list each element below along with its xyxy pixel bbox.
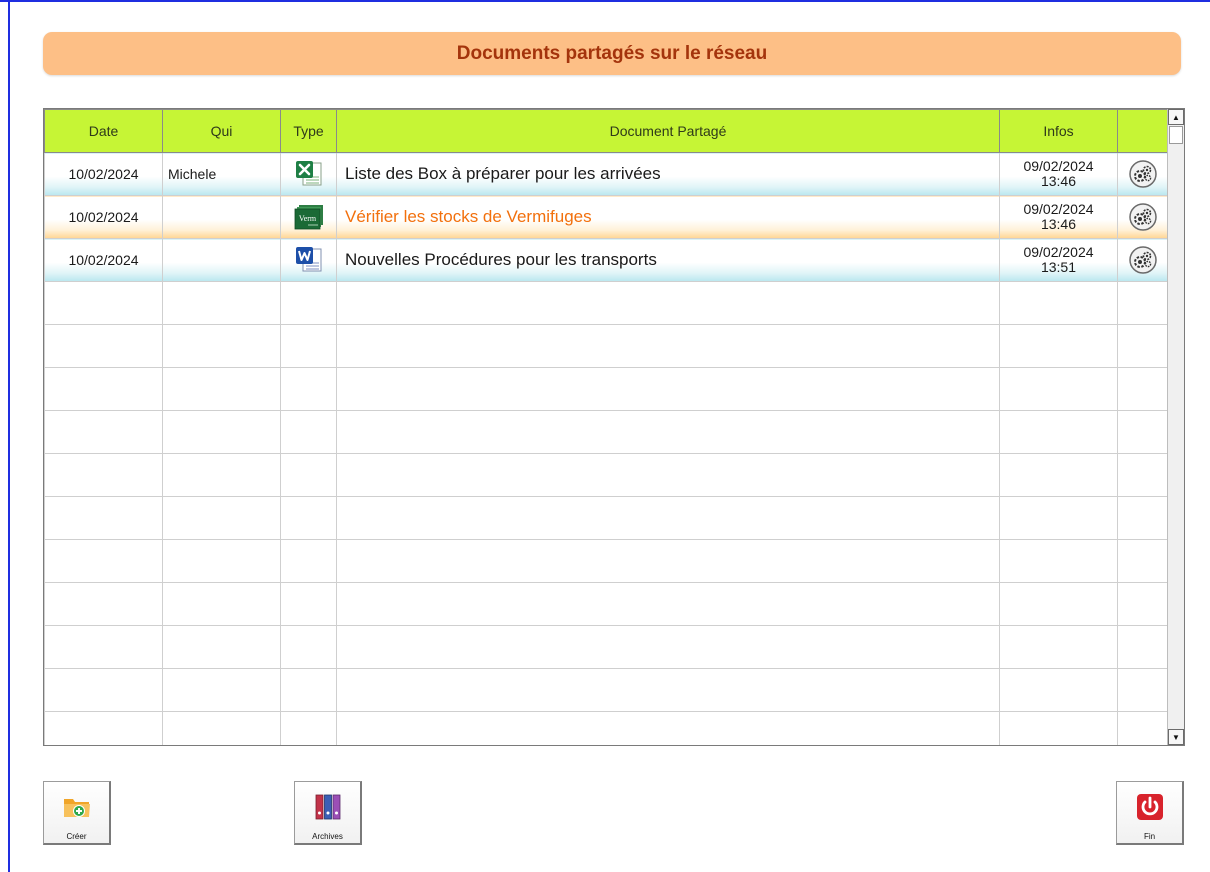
empty-row [44,453,1169,497]
documents-grid: Date Qui Type Document Partagé Infos 10/… [43,108,1185,746]
new-folder-icon [63,799,90,817]
cell-document[interactable]: Vérifier les stocks de Vermifuges [336,195,1000,239]
cell-actions [1117,152,1169,196]
cell-date[interactable]: 10/02/2024 [44,152,163,196]
excel-file-icon [295,161,321,186]
column-header-actions [1117,109,1169,153]
word-file-icon [295,247,321,272]
cell-infos: 09/02/2024 13:46 [999,152,1118,196]
page-title: Documents partagés sur le réseau [43,32,1181,75]
page-title-text: Documents partagés sur le réseau [456,42,768,64]
gears-settings-icon[interactable] [1128,245,1158,275]
vertical-scrollbar[interactable]: ▲ ▼ [1167,109,1184,745]
info-time: 13:46 [1040,173,1077,189]
empty-row [44,711,1169,745]
verm-file-icon: Verm [294,205,323,230]
cell-date[interactable]: 10/02/2024 [44,238,163,282]
create-button-label: Créer [66,832,87,841]
create-button[interactable]: Créer [43,781,111,845]
power-off-icon [1136,794,1163,820]
info-date: 09/02/2024 [1023,201,1094,217]
column-header-date[interactable]: Date [44,109,163,153]
verm-icon-label: Verm [298,214,316,223]
window-frame-left [8,0,10,872]
cell-actions [1117,195,1169,239]
cell-document[interactable]: Liste des Box à préparer pour les arrivé… [336,152,1000,196]
empty-row [44,582,1169,626]
info-date: 09/02/2024 [1023,244,1094,260]
fin-button-label: Fin [1143,832,1156,841]
column-header-infos[interactable]: Infos [999,109,1118,153]
column-header-type[interactable]: Type [280,109,337,153]
table-row[interactable]: 10/02/2024 Michele Liste des Box à prépa… [44,152,1169,196]
archives-button-label: Archives [312,832,343,841]
empty-row [44,539,1169,583]
scroll-up-button[interactable]: ▲ [1168,109,1184,125]
empty-row [44,496,1169,540]
gears-settings-icon[interactable] [1128,202,1158,232]
cell-infos: 09/02/2024 13:46 [999,195,1118,239]
table-row[interactable]: 10/02/2024 Nouvelles Procédures pour les… [44,238,1169,282]
scroll-down-button[interactable]: ▼ [1168,729,1184,745]
gears-settings-icon[interactable] [1128,159,1158,189]
cell-type[interactable]: Verm [280,195,337,239]
empty-row [44,410,1169,454]
cell-qui[interactable]: Michele [162,152,281,196]
cell-type[interactable] [280,152,337,196]
archive-binders-icon [315,794,340,820]
table-header-row: Date Qui Type Document Partagé Infos [44,109,1169,153]
cell-actions [1117,238,1169,282]
cell-infos: 09/02/2024 13:51 [999,238,1118,282]
column-header-qui[interactable]: Qui [162,109,281,153]
empty-row [44,367,1169,411]
column-header-document[interactable]: Document Partagé [336,109,1000,153]
fin-button[interactable]: Fin [1116,781,1184,845]
window-frame-top [0,0,1210,2]
cell-qui[interactable] [162,238,281,282]
empty-row [44,625,1169,669]
cell-document[interactable]: Nouvelles Procédures pour les transports [336,238,1000,282]
table-row[interactable]: 10/02/2024 Verm Vérifier les stocks de V… [44,195,1169,239]
cell-type[interactable] [280,238,337,282]
info-time: 13:46 [1040,216,1077,232]
scroll-thumb[interactable] [1169,126,1183,144]
info-time: 13:51 [1040,259,1077,275]
empty-row [44,324,1169,368]
documents-table: Date Qui Type Document Partagé Infos 10/… [44,109,1169,745]
cell-date[interactable]: 10/02/2024 [44,195,163,239]
cell-qui[interactable] [162,195,281,239]
empty-row [44,668,1169,712]
info-date: 09/02/2024 [1023,158,1094,174]
archives-button[interactable]: Archives [294,781,362,845]
empty-row [44,281,1169,325]
